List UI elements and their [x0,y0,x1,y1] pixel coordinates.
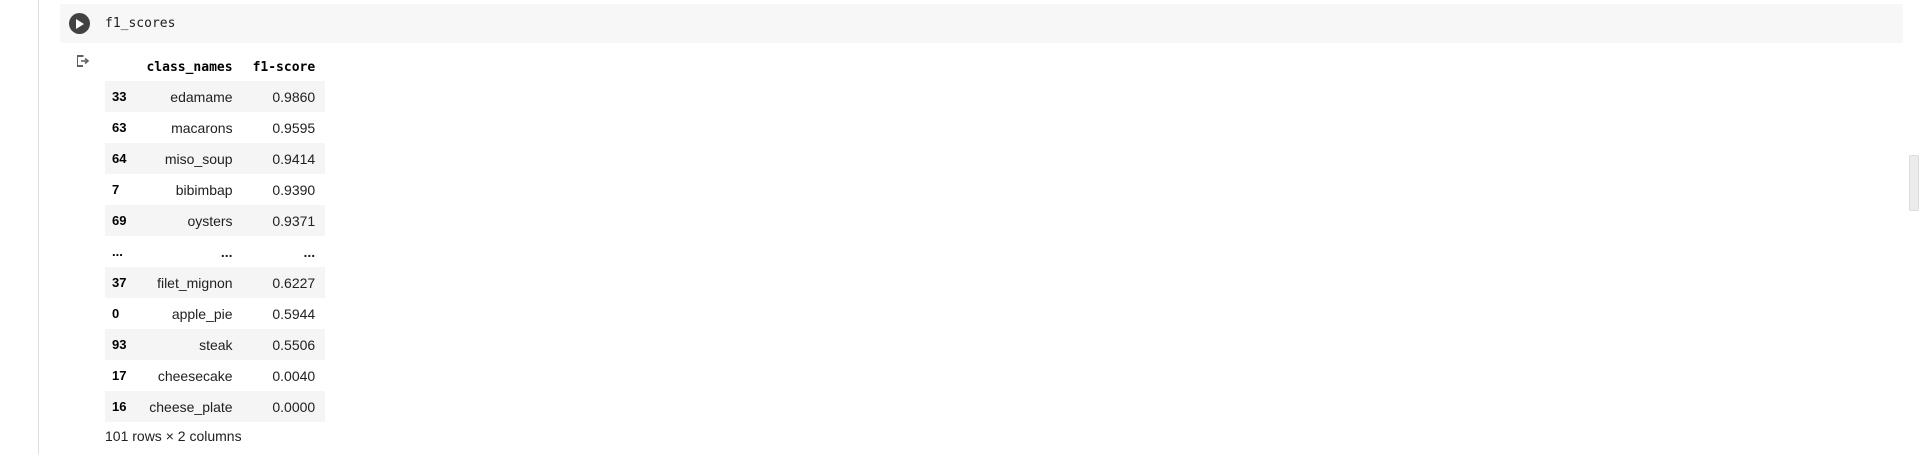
class-name-cell: macarons [171,119,233,136]
f1-score-cell: 0.9414 [272,150,316,167]
class-name-cell: edamame [170,88,233,105]
class-name-cell: oysters [187,212,233,229]
code-editor[interactable]: f1_scores [60,4,1903,43]
f1-score-cell: 0.9595 [272,119,316,136]
f1-score-cell: 0.9860 [272,88,316,105]
column-header-f1-score: f1-score [252,59,316,75]
row-index: 33 [112,89,127,104]
table-row: 69 oysters 0.9371 [105,205,326,236]
row-index: 63 [112,120,127,135]
row-index: 69 [112,213,127,228]
table-row: 33 edamame 0.9860 [105,81,326,112]
table-row: 17 cheesecake 0.0040 [105,360,326,391]
f1-score-cell: 0.9390 [272,181,316,198]
f1-score-cell: 0.9371 [272,212,316,229]
play-icon [76,18,84,29]
row-index: 37 [112,275,127,290]
row-index: 17 [112,368,127,383]
class-name-cell: miso_soup [164,150,233,167]
table-row: 63 macarons 0.9595 [105,112,326,143]
class-name-cell: bibimbap [175,181,233,198]
table-row-ellipsis: ... ... ... [105,236,326,267]
class-name-cell: apple_pie [171,305,233,322]
class-name-cell: filet_mignon [157,274,233,291]
dataframe-shape-text: 101 rows × 2 columns [105,428,242,444]
code-text[interactable]: f1_scores [105,16,175,31]
row-index: 93 [112,337,127,352]
f1-score-cell: 0.0000 [272,398,316,415]
index-header [105,53,136,81]
class-name-cell: cheese_plate [149,398,233,415]
table-header-row: class_names f1-score [105,53,325,81]
class-name-cell: steak [199,336,233,353]
row-index: 0 [112,306,120,321]
f1-score-cell: 0.5506 [272,336,316,353]
table-row: 7 bibimbap 0.9390 [105,174,326,205]
f1-score-cell: 0.6227 [272,274,316,291]
f1-score-cell: 0.5944 [272,305,316,322]
table-row: 16 cheese_plate 0.0000 [105,391,326,422]
f1-score-cell: 0.0040 [272,367,316,384]
code-cell[interactable]: f1_scores class_names f1-score 33 edamam… [60,4,1903,444]
table-row: 37 filet_mignon 0.6227 [105,267,326,298]
table-row: 93 steak 0.5506 [105,329,326,360]
scrollbar-thumb[interactable] [1909,155,1919,211]
f1-score-cell: ... [303,243,316,260]
left-gutter [0,0,39,454]
row-index: 7 [112,182,120,197]
class-name-cell: cheesecake [157,367,233,384]
table-row: 0 apple_pie 0.5944 [105,298,326,329]
row-index: 64 [112,151,127,166]
table-row: 64 miso_soup 0.9414 [105,143,326,174]
row-index: ... [112,244,123,259]
run-cell-button[interactable] [69,13,90,34]
column-header-class-names: class_names [146,59,233,75]
class-name-cell: ... [220,243,233,260]
dataframe-table: class_names f1-score 33 edamame 0.9860 6… [105,53,326,422]
row-index: 16 [112,399,127,414]
output-redirect-icon[interactable] [74,53,90,69]
